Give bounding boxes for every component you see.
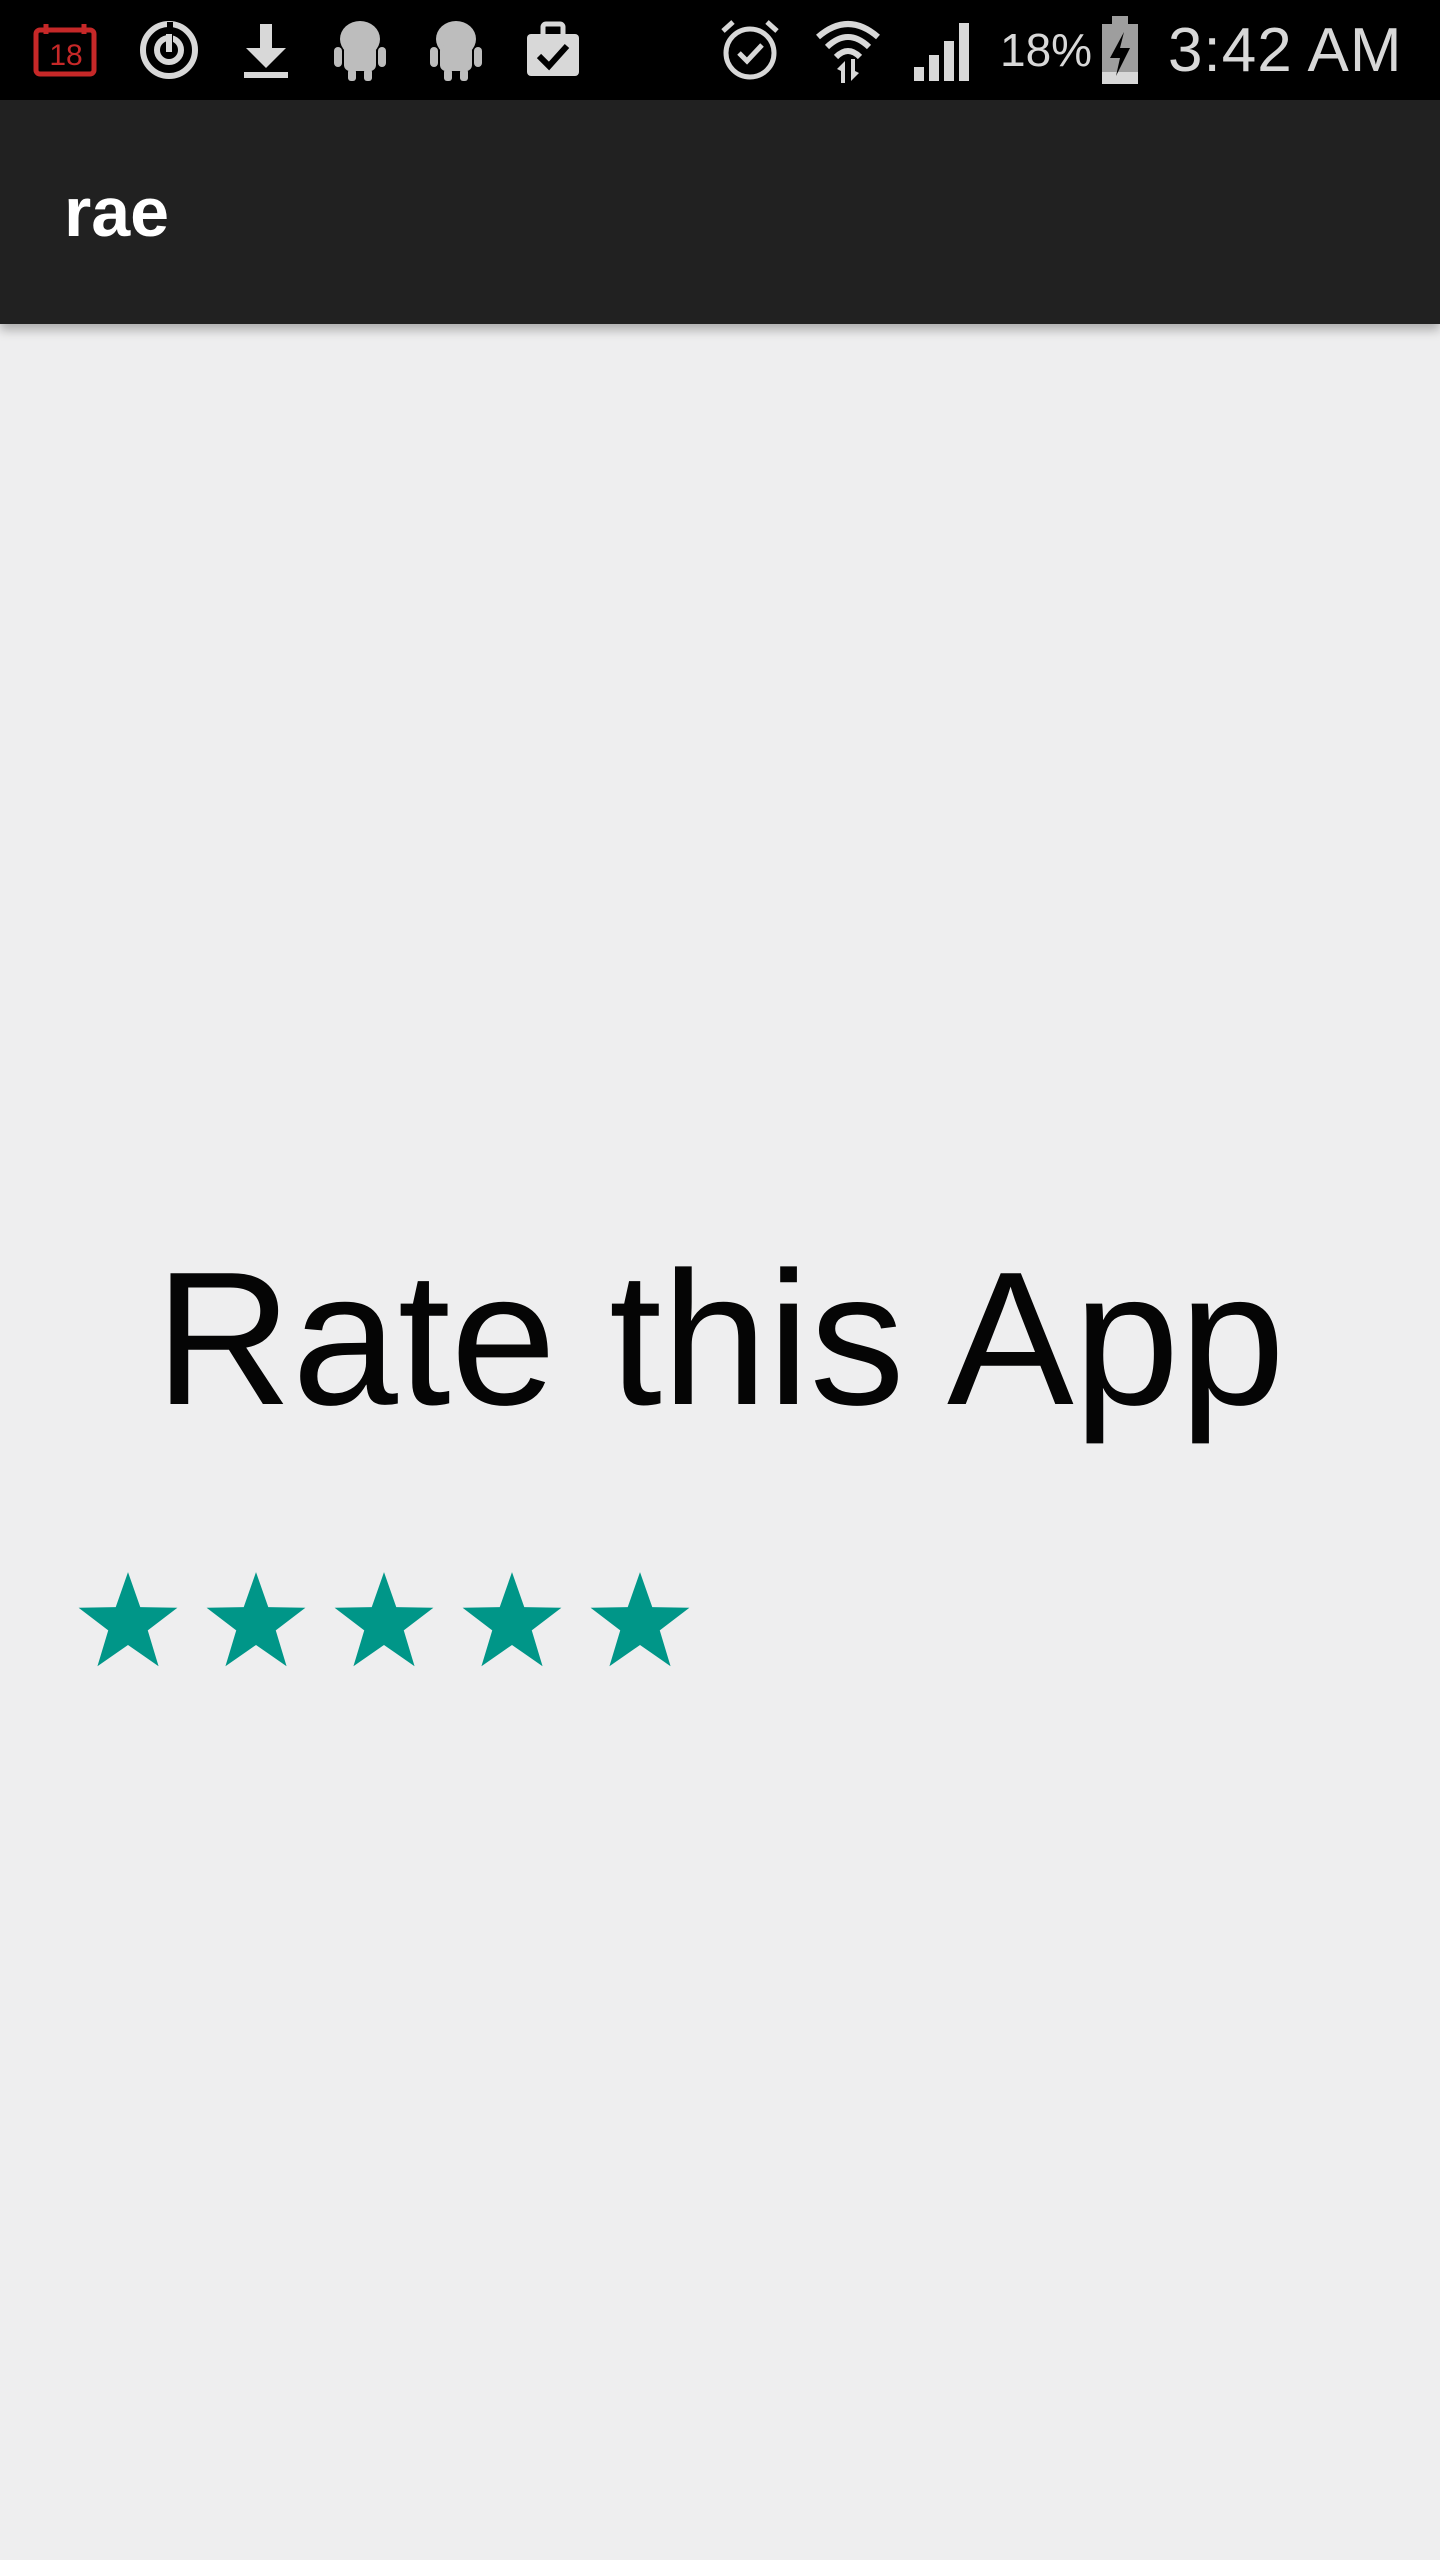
star-icon: [334, 1572, 434, 1667]
battery-charging-icon: [1090, 14, 1150, 86]
rating-star-4[interactable]: [448, 1556, 576, 1684]
clock: 3:42 AM: [1168, 15, 1403, 85]
signal-icon: [908, 14, 980, 86]
calendar-day: 18: [49, 39, 82, 72]
wifi-icon: [812, 14, 884, 86]
alarm-icon: [714, 14, 786, 86]
rating-bar[interactable]: [64, 1556, 704, 1684]
download-icon: [230, 14, 302, 86]
rate-heading: Rate this App: [154, 1233, 1286, 1445]
rating-star-1[interactable]: [64, 1556, 192, 1684]
calendar-icon: 18: [30, 14, 102, 86]
star-icon: [590, 1572, 690, 1667]
rating-star-5[interactable]: [576, 1556, 704, 1684]
status-bar: 18 18% 3:42 AM: [0, 0, 1440, 100]
app-bar: rae: [0, 100, 1440, 324]
android-icon: [420, 14, 492, 86]
sync-icon: [133, 14, 205, 86]
rating-star-3[interactable]: [320, 1556, 448, 1684]
android-icon: [324, 14, 396, 86]
star-icon: [78, 1572, 178, 1667]
app-title: rae: [64, 173, 170, 251]
main-content: Rate this App: [0, 324, 1440, 2560]
star-icon: [462, 1572, 562, 1667]
clipboard-check-icon: [517, 14, 589, 86]
battery-percent: 18%: [1000, 24, 1093, 76]
star-icon: [206, 1572, 306, 1667]
rating-star-2[interactable]: [192, 1556, 320, 1684]
